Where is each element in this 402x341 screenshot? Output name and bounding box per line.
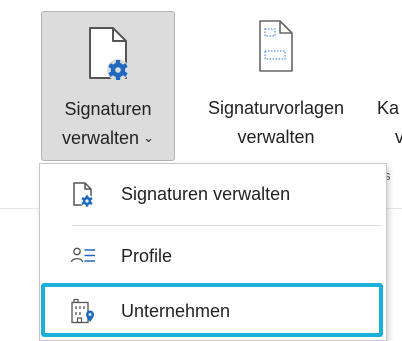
- manage-signatures-dropdown-menu: Signaturen verwalten Profile Unternehmen: [39, 163, 387, 341]
- manage-signatures-label-line2: verwalten ⌄: [62, 128, 154, 148]
- menu-item-label: Profile: [121, 246, 173, 266]
- clipped-button-label-line1: Ka: [377, 98, 400, 118]
- manage-templates-ribbon-button[interactable]: Signaturvorlagen verwalten: [176, 11, 376, 161]
- menu-item-manage-signatures[interactable]: Signaturen verwalten: [41, 170, 385, 218]
- template-document-icon: [259, 20, 293, 72]
- menu-item-label: Signaturen verwalten: [121, 184, 291, 204]
- chevron-down-icon: ⌄: [143, 130, 154, 145]
- manage-templates-label-line1: Signaturvorlagen: [207, 98, 345, 118]
- clipped-ribbon-button[interactable]: Ka v: [375, 11, 402, 161]
- manage-signatures-label-line1: Signaturen: [64, 99, 152, 119]
- keyboard-focus-highlight: [41, 283, 383, 337]
- profile-list-icon: [70, 247, 95, 263]
- manage-signatures-ribbon-button[interactable]: Signaturen verwalten ⌄: [41, 11, 175, 161]
- manage-templates-label-line2: verwalten: [237, 127, 315, 147]
- clipped-button-label-line2: v: [395, 127, 402, 147]
- menu-separator: [72, 225, 382, 226]
- menu-item-profile[interactable]: Profile: [41, 232, 385, 280]
- signature-settings-icon: [89, 27, 129, 81]
- signature-settings-icon: [73, 182, 94, 208]
